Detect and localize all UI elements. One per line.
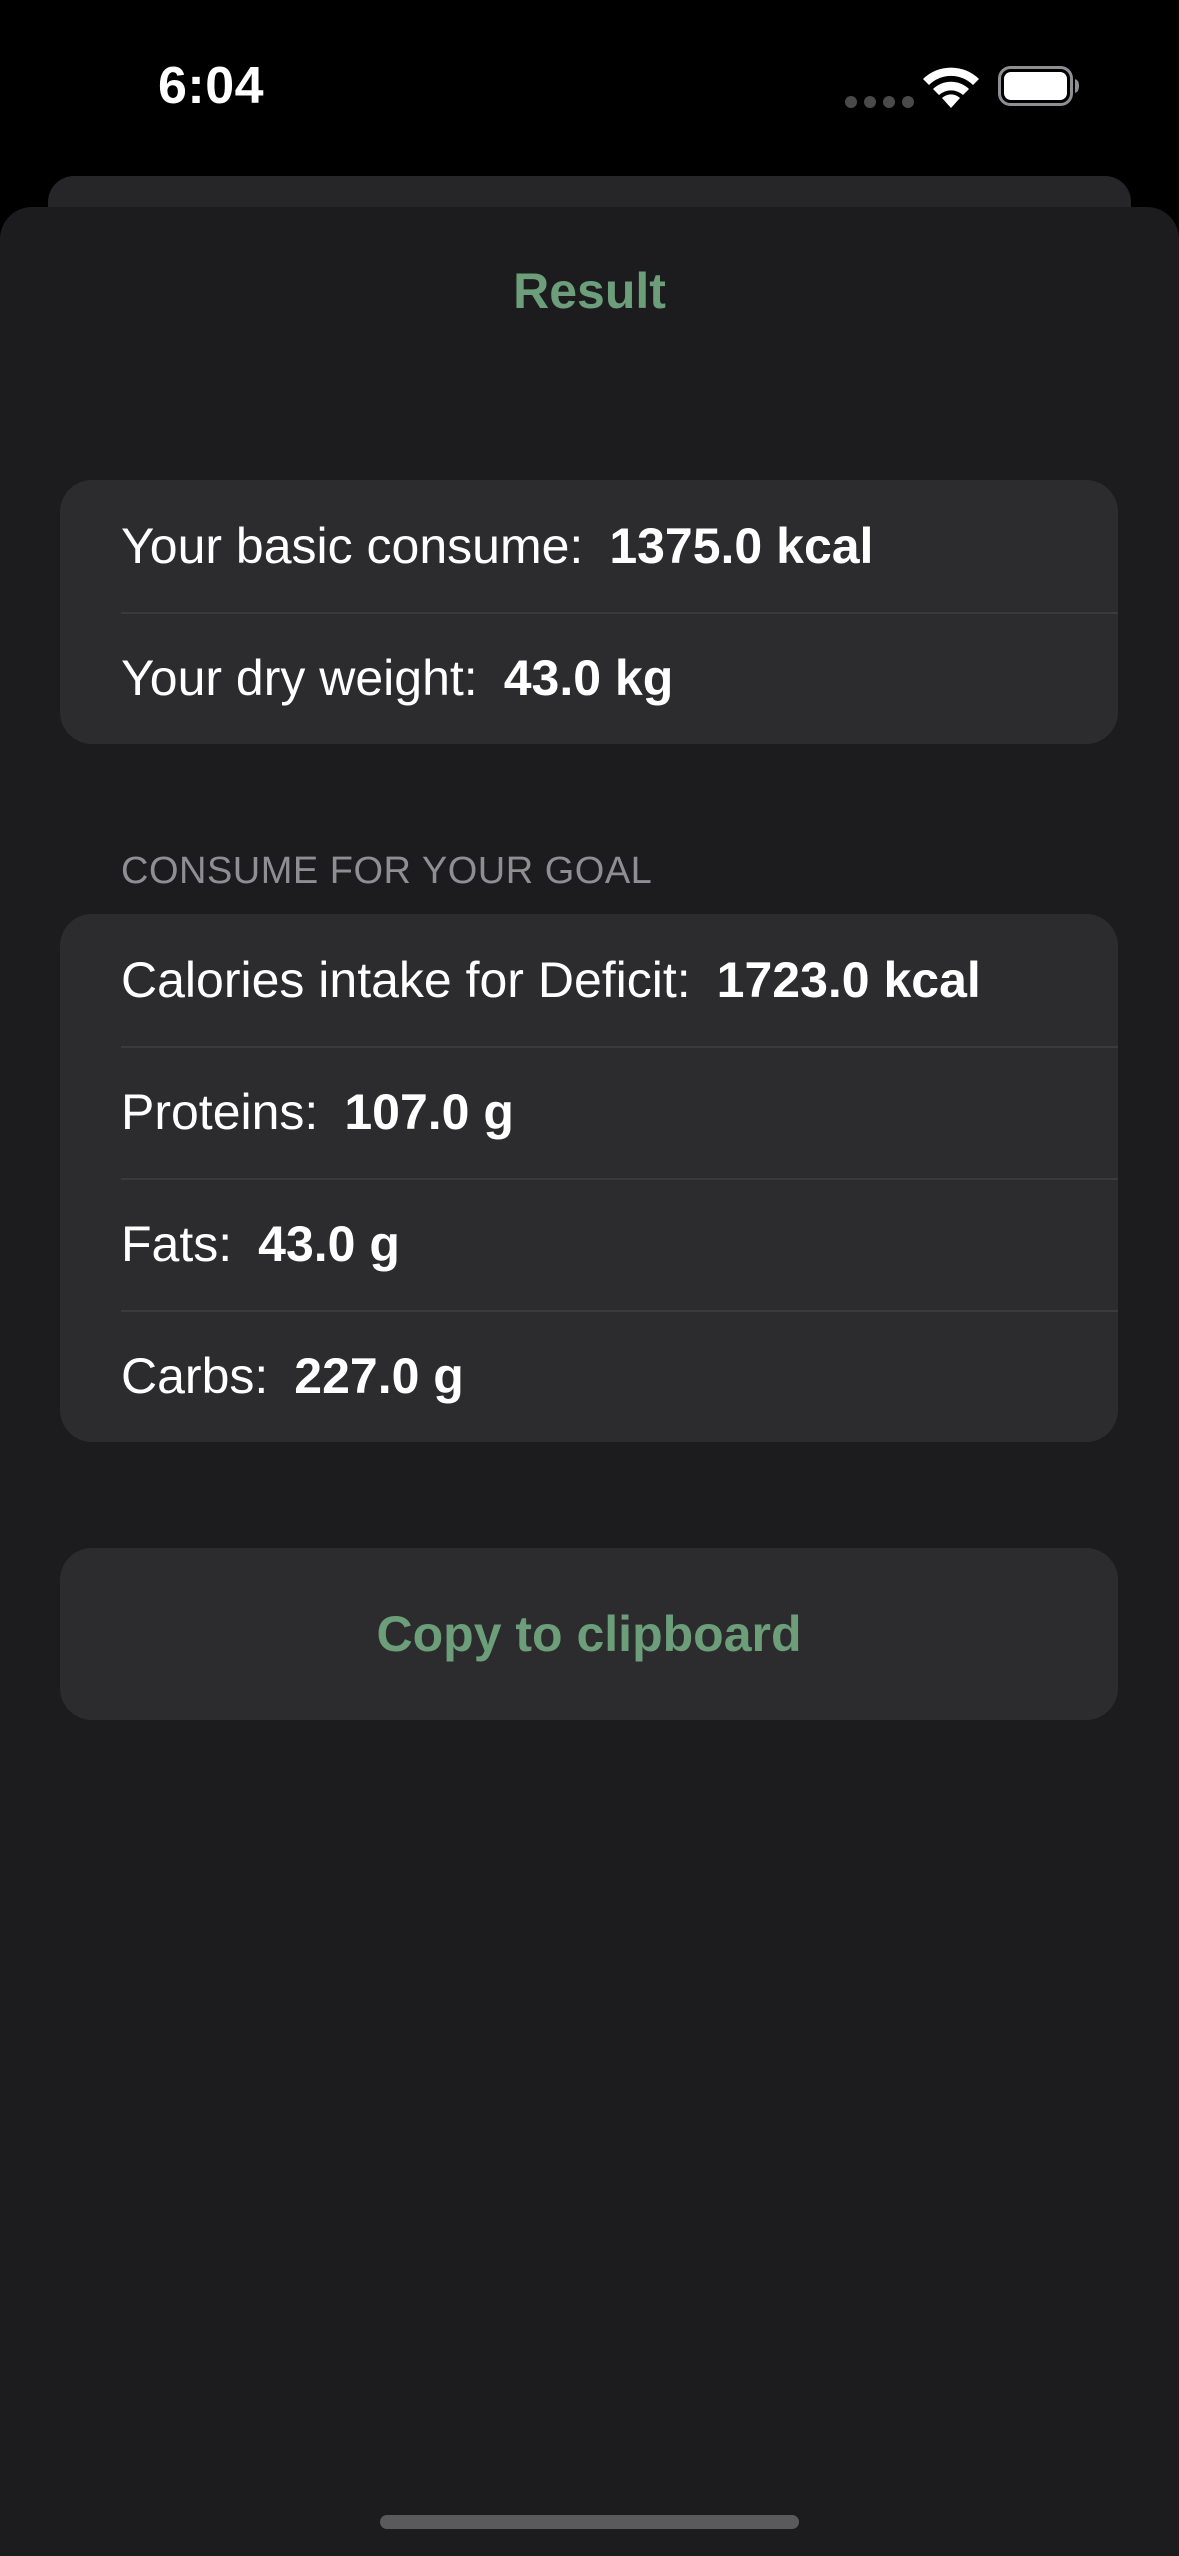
list-item-basic-consume: Your basic consume: 1375.0 kcal [60, 480, 1118, 612]
row-label: Proteins: [121, 1084, 319, 1140]
list-item-dry-weight: Your dry weight: 43.0 kg [60, 612, 1118, 744]
row-label: Your basic consume: [121, 518, 584, 574]
list-item-carbs: Carbs: 227.0 g [60, 1310, 1118, 1442]
row-value: 227.0 g [294, 1348, 464, 1404]
copy-to-clipboard-button[interactable]: Copy to clipboard [60, 1548, 1118, 1720]
basic-stats-group: Your basic consume: 1375.0 kcal Your dry… [60, 480, 1118, 744]
status-bar: 6:04 [0, 0, 1179, 175]
wifi-icon [923, 67, 979, 108]
home-indicator[interactable] [380, 2515, 799, 2529]
sheet-title: Result [513, 263, 666, 319]
row-value: 43.0 g [258, 1216, 400, 1272]
status-time: 6:04 [158, 57, 265, 115]
battery-icon [998, 66, 1079, 106]
row-label: Your dry weight: [121, 650, 478, 706]
row-label: Calories intake for Deficit: [121, 952, 691, 1008]
list-item-calories: Calories intake for Deficit: 1723.0 kcal [60, 914, 1118, 1046]
row-value: 1375.0 kcal [609, 518, 874, 574]
list-item-fats: Fats: 43.0 g [60, 1178, 1118, 1310]
row-value: 43.0 kg [503, 650, 674, 706]
section-header-goal: CONSUME FOR YOUR GOAL [121, 850, 653, 892]
goal-stats-group: Calories intake for Deficit: 1723.0 kcal… [60, 914, 1118, 1442]
list-item-proteins: Proteins: 107.0 g [60, 1046, 1118, 1178]
row-value: 1723.0 kcal [716, 952, 981, 1008]
row-value: 107.0 g [344, 1084, 514, 1140]
row-label: Fats: [121, 1216, 233, 1272]
signal-dots-icon [845, 96, 914, 108]
row-label: Carbs: [121, 1348, 269, 1404]
